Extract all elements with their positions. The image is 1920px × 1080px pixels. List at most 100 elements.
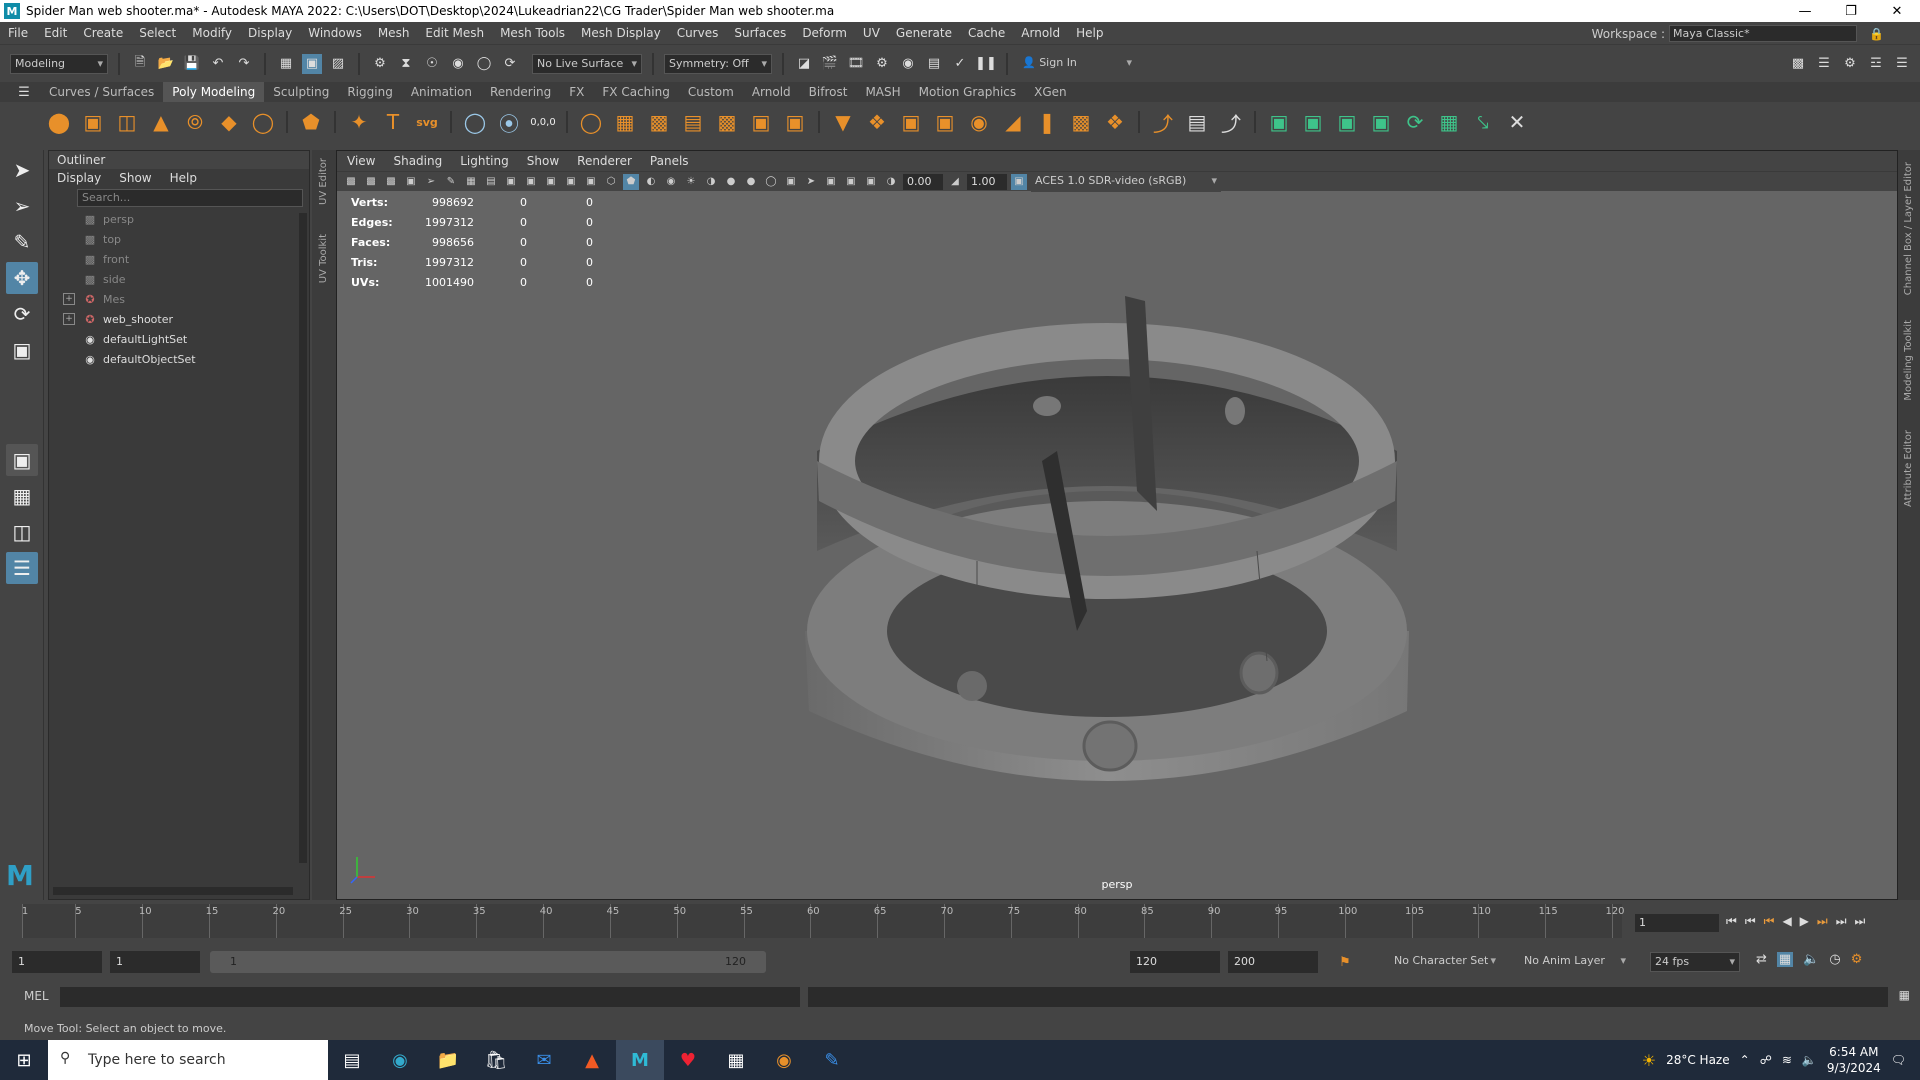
current-frame-field[interactable]: 1 — [1635, 914, 1719, 932]
type-icon[interactable]: T — [378, 107, 408, 137]
hypershade-icon[interactable]: ◉ — [898, 54, 918, 74]
select-camera-icon[interactable]: ▩ — [343, 174, 359, 190]
menu-edit[interactable]: Edit — [36, 26, 75, 40]
playback-speed-icon[interactable]: ◷ — [1829, 952, 1840, 967]
close-button[interactable]: ✕ — [1874, 0, 1920, 22]
default-material-icon[interactable]: ◐ — [643, 174, 659, 190]
maya-taskbar-icon[interactable]: M — [616, 1040, 664, 1080]
smooth-icon[interactable]: 0,0,0 — [528, 107, 558, 137]
separate-icon[interactable]: ⦿ — [494, 107, 524, 137]
photos-app-icon[interactable]: ▦ — [712, 1040, 760, 1080]
script-editor-icon[interactable]: ▦ — [1899, 988, 1910, 1002]
tab-bifrost[interactable]: Bifrost — [800, 82, 857, 102]
menu-mesh-tools[interactable]: Mesh Tools — [492, 26, 573, 40]
menu-select[interactable]: Select — [131, 26, 184, 40]
outliner-item-default-light-set[interactable]: ◉ defaultLightSet — [63, 329, 309, 349]
uv-unfold-icon[interactable]: ⟳ — [1400, 107, 1430, 137]
live-surface-field[interactable]: No Live Surface — [532, 53, 642, 74]
lasso-tool-icon[interactable]: ➢ — [6, 190, 38, 222]
bookmark-icon[interactable]: ▩ — [383, 174, 399, 190]
layers-icon[interactable]: ☰ — [1892, 53, 1912, 73]
menu-arnold[interactable]: Arnold — [1013, 26, 1068, 40]
new-scene-icon[interactable]: 🗎 — [130, 54, 150, 74]
camera-attributes-icon[interactable]: ▩ — [363, 174, 379, 190]
menu-set-dropdown[interactable]: Modeling — [10, 53, 108, 74]
multi-cut-icon[interactable]: ▼ — [828, 107, 858, 137]
weather-icon[interactable]: ☀ — [1642, 1051, 1656, 1070]
ambient-occlusion-icon[interactable]: ● — [723, 174, 739, 190]
network-icon[interactable]: ☍ — [1760, 1053, 1772, 1067]
outliner-view-icon[interactable]: ☰ — [6, 552, 38, 584]
notifications-icon[interactable]: 🗨 — [1891, 1053, 1906, 1067]
edge-browser-icon[interactable]: ◉ — [376, 1040, 424, 1080]
menu-help[interactable]: Help — [1068, 26, 1111, 40]
snap-surface-icon[interactable]: ◯ — [474, 54, 494, 74]
image-plane-icon[interactable]: ▣ — [403, 174, 419, 190]
menu-cache[interactable]: Cache — [960, 26, 1013, 40]
fps-dropdown[interactable]: 24 fps — [1650, 952, 1740, 972]
safe-title-icon[interactable]: ▣ — [583, 174, 599, 190]
tab-motion-graphics[interactable]: Motion Graphics — [910, 82, 1026, 102]
ipr-render-icon[interactable]: 🎞 — [846, 54, 866, 74]
xray-joints-icon[interactable]: ▣ — [843, 174, 859, 190]
snap-curve-icon[interactable]: ⧗ — [396, 54, 416, 74]
tab-rigging[interactable]: Rigging — [338, 82, 401, 102]
color-management-icon[interactable]: ▣ — [1011, 173, 1027, 190]
uv-editor-tab[interactable]: UV Editor — [318, 158, 329, 205]
play-backwards-icon[interactable]: ◀ — [1782, 914, 1791, 929]
poly-cone-icon[interactable]: ▲ — [146, 107, 176, 137]
go-to-end-icon[interactable]: ⏭ — [1855, 914, 1866, 929]
tab-custom[interactable]: Custom — [679, 82, 743, 102]
tab-fx[interactable]: FX — [560, 82, 593, 102]
smooth-shade-icon[interactable]: ⬟ — [623, 173, 639, 190]
viewport-menu-renderer[interactable]: Renderer — [577, 151, 632, 171]
menu-mesh[interactable]: Mesh — [370, 26, 418, 40]
tab-rendering[interactable]: Rendering — [481, 82, 560, 102]
uv-sew-icon[interactable]: ✕ — [1502, 107, 1532, 137]
textured-icon[interactable]: ◉ — [663, 174, 679, 190]
chevron-up-icon[interactable]: ⌃ — [1740, 1053, 1750, 1067]
cache-playback-icon[interactable]: ▦ — [1776, 952, 1794, 967]
combine-icon[interactable]: ◯ — [460, 107, 490, 137]
brave-browser-icon[interactable]: ▲ — [568, 1040, 616, 1080]
safe-action-icon[interactable]: ▣ — [563, 174, 579, 190]
motion-blur-icon[interactable]: ● — [743, 174, 759, 190]
pause-icon[interactable]: ❚❚ — [975, 54, 997, 74]
gamma-field[interactable]: 1.00 — [967, 173, 1007, 190]
connect-icon[interactable]: ❖ — [1100, 107, 1130, 137]
menu-create[interactable]: Create — [75, 26, 131, 40]
step-forward-key-icon[interactable]: ⏭ — [1836, 914, 1847, 929]
menu-mesh-display[interactable]: Mesh Display — [573, 26, 669, 40]
lock-icon[interactable]: 🔒 — [1869, 27, 1884, 41]
collapse-icon[interactable]: ▣ — [930, 107, 960, 137]
viewport-menu-lighting[interactable]: Lighting — [460, 151, 509, 171]
channel-box-tab[interactable]: Channel Box / Layer Editor — [1903, 162, 1914, 295]
boolean-icon[interactable]: ◯ — [576, 107, 606, 137]
select-object-icon[interactable]: ▣ — [302, 53, 322, 74]
grease-pencil-icon[interactable]: ✎ — [443, 174, 459, 190]
playback-end-field[interactable]: 120 — [1130, 951, 1220, 973]
mail-icon[interactable]: ✉ — [520, 1040, 568, 1080]
weather-text[interactable]: 28°C Haze — [1666, 1053, 1730, 1067]
circularize-icon[interactable]: ◉ — [964, 107, 994, 137]
mel-input[interactable] — [60, 987, 800, 1007]
tab-poly-modeling[interactable]: Poly Modeling — [163, 82, 265, 102]
menu-modify[interactable]: Modify — [184, 26, 240, 40]
rotate-tool-icon[interactable]: ⟳ — [6, 298, 38, 330]
tab-arnold[interactable]: Arnold — [743, 82, 800, 102]
super-shape-icon[interactable]: ✦ — [344, 107, 374, 137]
time-slider[interactable]: 1 5 10 15 20 25 30 35 40 45 50 55 60 65 70 75 80 85 90 95 10… — [0, 900, 1920, 948]
tab-animation[interactable]: Animation — [402, 82, 481, 102]
poly-sphere-icon[interactable]: ⬤ — [44, 107, 74, 137]
snap-view-icon[interactable]: ◉ — [448, 54, 468, 74]
volume-icon[interactable]: 🔈 — [1802, 1053, 1817, 1067]
menu-uv[interactable]: UV — [855, 26, 888, 40]
select-tool-icon[interactable]: ➤ — [6, 154, 38, 186]
save-scene-icon[interactable]: 💾 — [182, 54, 202, 74]
depth-of-field-icon[interactable]: ▣ — [783, 174, 799, 190]
channel-box-icon[interactable]: ☲ — [1866, 53, 1886, 73]
paint-select-icon[interactable]: ✎ — [6, 226, 38, 258]
viewport-menu-panels[interactable]: Panels — [650, 151, 689, 171]
attribute-editor-icon[interactable]: ☰ — [1814, 53, 1834, 73]
step-forward-frame-icon[interactable]: ⏭ — [1817, 914, 1828, 929]
